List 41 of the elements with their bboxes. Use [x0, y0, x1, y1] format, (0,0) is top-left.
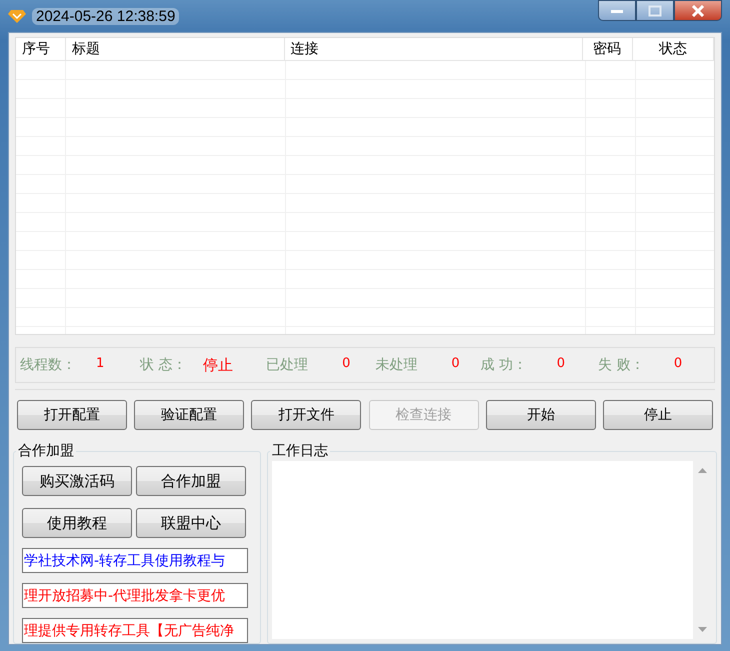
stat-value: 0 — [556, 356, 565, 373]
minimize-button[interactable] — [598, 0, 636, 21]
stat-label: 成 功： — [480, 356, 528, 374]
window-title: 2024-05-26 12:38:59 — [32, 8, 180, 24]
action-button[interactable]: 打开配置 — [17, 400, 127, 430]
stat-value: 0 — [342, 356, 350, 373]
stat-label: 失 败： — [598, 356, 646, 374]
partner-button[interactable]: 购买激活码 — [22, 466, 132, 496]
scrolling-link[interactable]: 理提供专用转存工具【无广告纯净 — [22, 618, 248, 643]
close-icon — [691, 4, 705, 16]
action-button[interactable]: 开始 — [486, 400, 596, 430]
column-header[interactable]: 密码 — [593, 40, 622, 58]
stat-value: 0 — [674, 356, 682, 373]
scrolling-link[interactable]: 学社技术网-转存工具使用教程与 — [22, 548, 248, 573]
diamond-logo-icon — [8, 9, 26, 23]
group-title: 工作日志 — [270, 442, 330, 460]
stat-label: 已处理 — [266, 356, 310, 374]
partner-button[interactable]: 联盟中心 — [136, 508, 246, 538]
partner-button[interactable]: 使用教程 — [22, 508, 132, 538]
maximize-icon — [648, 4, 662, 16]
action-button[interactable]: 停止 — [602, 400, 713, 430]
column-header[interactable]: 连接 — [290, 40, 318, 58]
scrolling-link[interactable]: 理开放招募中-代理批发拿卡更优 — [22, 583, 248, 608]
scroll-down-icon[interactable] — [698, 627, 707, 632]
scroll-up-icon[interactable] — [698, 468, 707, 473]
stat-value: 0 — [451, 356, 460, 373]
stat-label: 线程数： — [20, 356, 77, 374]
partner-button[interactable]: 合作加盟 — [136, 466, 246, 496]
action-button[interactable]: 验证配置 — [134, 400, 244, 430]
stat-label: 未处理 — [375, 356, 418, 374]
stat-value: 停止 — [203, 356, 234, 374]
column-header[interactable]: 标题 — [72, 40, 100, 58]
group-title: 合作加盟 — [16, 442, 76, 460]
stat-label: 状 态： — [140, 356, 188, 374]
minimize-icon — [610, 8, 624, 14]
stat-value: 1 — [96, 356, 104, 373]
action-button[interactable]: 打开文件 — [251, 400, 362, 430]
maximize-button[interactable] — [636, 0, 674, 21]
column-header[interactable]: 状态 — [658, 40, 687, 58]
column-header[interactable]: 序号 — [22, 40, 50, 58]
close-button[interactable] — [674, 0, 722, 21]
